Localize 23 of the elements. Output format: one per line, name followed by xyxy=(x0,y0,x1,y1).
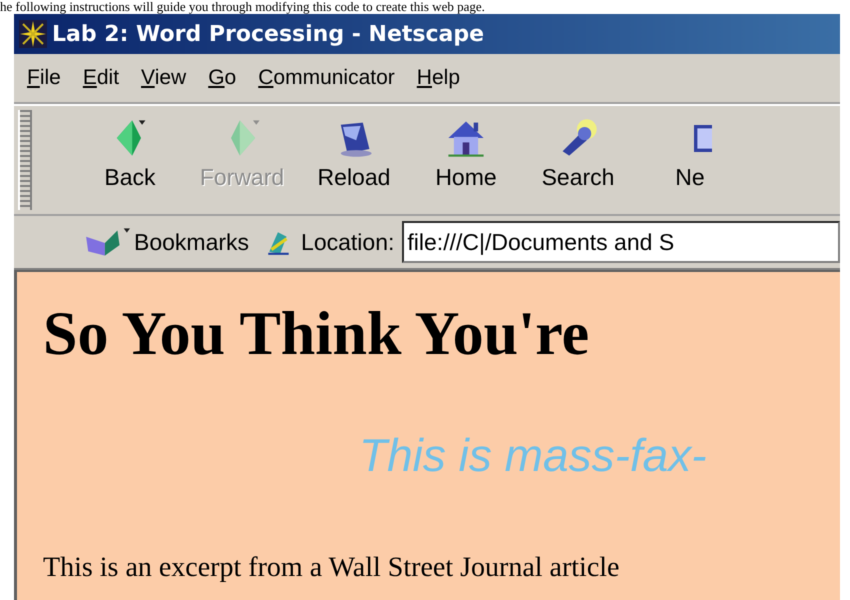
toolbar-button[interactable]: Ne xyxy=(636,106,744,214)
bookmarks-button[interactable]: Bookmarks xyxy=(44,226,250,258)
menu-item[interactable]: File xyxy=(27,66,61,90)
bookmarks-icon xyxy=(84,226,130,258)
menu-item[interactable]: View xyxy=(141,66,186,90)
menu-item[interactable]: Communicator xyxy=(258,66,395,90)
toolbar-button[interactable]: Home xyxy=(412,106,520,214)
toolbar-button[interactable]: Reload xyxy=(300,106,408,214)
page-paragraph: This is an excerpt from a Wall Street Journal article xyxy=(43,552,620,583)
menu-item[interactable]: Help xyxy=(416,66,460,90)
location-label: Location: xyxy=(301,228,394,256)
toolbar-grip[interactable] xyxy=(18,110,32,210)
page-heading: So You Think You're xyxy=(43,299,590,370)
menu-item[interactable]: Edit xyxy=(82,66,120,90)
toolbar-button[interactable]: Search xyxy=(524,106,632,214)
page-subtitle: This is mass-fax- xyxy=(359,429,707,481)
window-icon xyxy=(694,124,712,152)
toolbar-button[interactable]: Back xyxy=(76,106,184,214)
app-icon xyxy=(18,19,48,49)
caption-text: he following instructions will guide you through modifying this code to create this web page. xyxy=(0,0,485,14)
menu-item[interactable]: Go xyxy=(208,66,236,90)
location-field[interactable]: file:///C|/Documents and S xyxy=(402,221,840,263)
window-title: Lab 2: Word Processing - Netscape xyxy=(52,22,484,46)
